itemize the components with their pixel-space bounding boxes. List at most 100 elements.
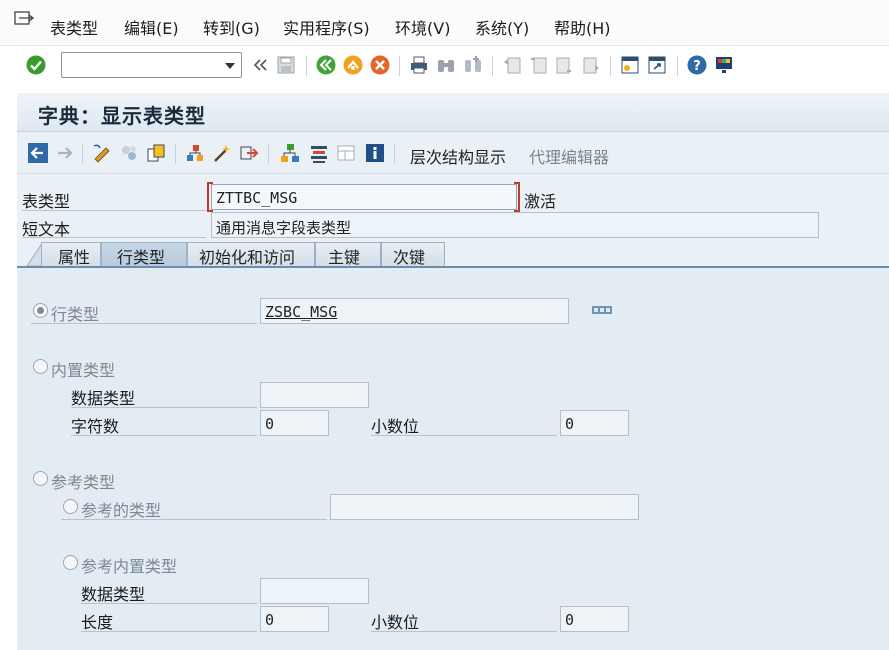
- chevron-down-icon[interactable]: [225, 63, 235, 69]
- row-type-panel: 行类型 ZSBC_MSG 内置类型 数据类型 字符数 0 小数位 0 参考类型 …: [17, 266, 889, 650]
- table-type-value: ZTTBC_MSG: [216, 189, 298, 207]
- main-content: 表类型 ZTTBC_MSG 激活 短文本 通用消息字段表类型 属性 行类型 初始…: [17, 174, 889, 650]
- title-bar: 字典：显示表类型: [17, 93, 889, 132]
- enter-check-icon[interactable]: [25, 54, 47, 76]
- separator: [492, 56, 493, 76]
- label-underline: [71, 435, 257, 436]
- row-type-value: ZSBC_MSG: [265, 303, 338, 321]
- label-underline: [81, 631, 257, 632]
- display-change-icon[interactable]: [91, 142, 113, 164]
- num-chars-field[interactable]: 0: [260, 410, 329, 436]
- ref-type-radio[interactable]: [33, 471, 48, 486]
- table-layout-icon[interactable]: [335, 142, 357, 164]
- builtin-type-radio[interactable]: [33, 359, 48, 374]
- last-page-icon[interactable]: [580, 54, 602, 76]
- menu-environment[interactable]: 环境(V): [395, 15, 450, 39]
- tab-primary-key[interactable]: 主键: [315, 242, 381, 267]
- ref-decimals-field[interactable]: 0: [560, 606, 629, 632]
- separator: [394, 144, 395, 164]
- label-underline: [22, 237, 206, 238]
- double-chevron-left-icon[interactable]: [249, 54, 271, 76]
- menu-help[interactable]: 帮助(H): [554, 15, 611, 39]
- decimals-field[interactable]: 0: [560, 410, 629, 436]
- menu-table-type[interactable]: 表类型: [50, 15, 98, 39]
- find-icon[interactable]: [435, 54, 457, 76]
- ref-decimals-value: 0: [565, 611, 575, 629]
- exit-icon[interactable]: [342, 54, 364, 76]
- standard-toolbar: ?: [0, 46, 889, 84]
- row-type-field[interactable]: ZSBC_MSG: [260, 298, 569, 324]
- short-text-field[interactable]: 通用消息字段表类型: [211, 212, 819, 238]
- ref-to-type-label: 参考的类型: [81, 501, 162, 520]
- more-options-icon[interactable]: [592, 306, 612, 314]
- ref-to-type-radio[interactable]: [63, 499, 78, 514]
- data-type-label: 数据类型: [71, 389, 136, 408]
- label-underline: [61, 519, 327, 520]
- data-type-field[interactable]: [260, 382, 369, 408]
- menu-utilities[interactable]: 实用程序(S): [283, 15, 370, 39]
- ref-builtin-radio[interactable]: [63, 555, 78, 570]
- technical-settings-icon[interactable]: [308, 142, 330, 164]
- next-page-icon[interactable]: [553, 54, 575, 76]
- ref-to-type-field[interactable]: [330, 494, 639, 520]
- save-icon[interactable]: [275, 54, 297, 76]
- row-type-label: 行类型: [51, 305, 100, 324]
- separator: [175, 144, 176, 164]
- new-session-icon[interactable]: [619, 54, 641, 76]
- separator: [610, 56, 611, 76]
- first-page-icon[interactable]: [501, 54, 523, 76]
- num-chars-label: 字符数: [71, 417, 120, 436]
- decimals-value: 0: [565, 415, 575, 433]
- other-object-icon[interactable]: [118, 142, 140, 164]
- tab-row-type-label: 行类型: [117, 248, 166, 267]
- separator: [677, 56, 678, 76]
- label-underline: [371, 631, 557, 632]
- menu-bar: 表类型 编辑(E) 转到(G) 实用程序(S) 环境(V) 系统(Y) 帮助(H…: [0, 0, 889, 46]
- hierarchy-icon[interactable]: [279, 142, 301, 164]
- system-menu-icon[interactable]: [14, 10, 34, 28]
- row-type-radio[interactable]: [33, 303, 48, 318]
- hierarchy-display-button[interactable]: 层次结构显示: [410, 144, 506, 168]
- command-field[interactable]: [61, 52, 242, 78]
- label-underline: [81, 603, 257, 604]
- proxy-editor-button[interactable]: 代理编辑器: [529, 144, 609, 168]
- forward-arrow-icon[interactable]: [54, 142, 76, 164]
- help-icon[interactable]: ?: [686, 54, 708, 76]
- where-used-icon[interactable]: [145, 142, 167, 164]
- tab-secondary-key-label: 次键: [393, 248, 426, 267]
- navigate-icon[interactable]: [238, 142, 260, 164]
- menu-system[interactable]: 系统(Y): [475, 15, 529, 39]
- ref-builtin-label: 参考内置类型: [81, 557, 178, 576]
- table-type-field[interactable]: ZTTBC_MSG: [211, 184, 517, 210]
- ref-decimals-label: 小数位: [371, 613, 420, 632]
- print-icon[interactable]: [408, 54, 430, 76]
- separator: [268, 144, 269, 164]
- ref-data-type-label: 数据类型: [81, 585, 146, 604]
- tab-init-access[interactable]: 初始化和访问: [187, 242, 315, 267]
- customize-layout-icon[interactable]: [713, 54, 735, 76]
- tab-init-access-label: 初始化和访问: [199, 248, 296, 267]
- find-next-icon[interactable]: [462, 54, 484, 76]
- object-list-icon[interactable]: [184, 142, 206, 164]
- back-icon[interactable]: [315, 54, 337, 76]
- menu-goto[interactable]: 转到(G): [203, 15, 260, 39]
- tab-secondary-key[interactable]: 次键: [381, 242, 445, 267]
- short-text-value: 通用消息字段表类型: [216, 219, 352, 237]
- shortcut-icon[interactable]: [646, 54, 668, 76]
- svg-text:?: ?: [693, 59, 701, 74]
- back-arrow-icon[interactable]: [27, 142, 49, 164]
- cancel-icon[interactable]: [369, 54, 391, 76]
- tab-attributes-label: 属性: [58, 248, 91, 267]
- info-icon[interactable]: [364, 142, 386, 164]
- length-label: 长度: [81, 613, 114, 632]
- tab-attributes[interactable]: 属性: [41, 242, 101, 267]
- ref-type-label: 参考类型: [51, 473, 116, 492]
- previous-page-icon[interactable]: [527, 54, 549, 76]
- magic-wand-icon[interactable]: [211, 142, 233, 164]
- menu-edit[interactable]: 编辑(E): [124, 15, 179, 39]
- label-underline: [22, 210, 206, 211]
- tab-strip: 属性 行类型 初始化和访问 主键 次键: [17, 242, 889, 267]
- ref-data-type-field[interactable]: [260, 578, 369, 604]
- length-field[interactable]: 0: [260, 606, 329, 632]
- tab-row-type[interactable]: 行类型: [101, 242, 187, 267]
